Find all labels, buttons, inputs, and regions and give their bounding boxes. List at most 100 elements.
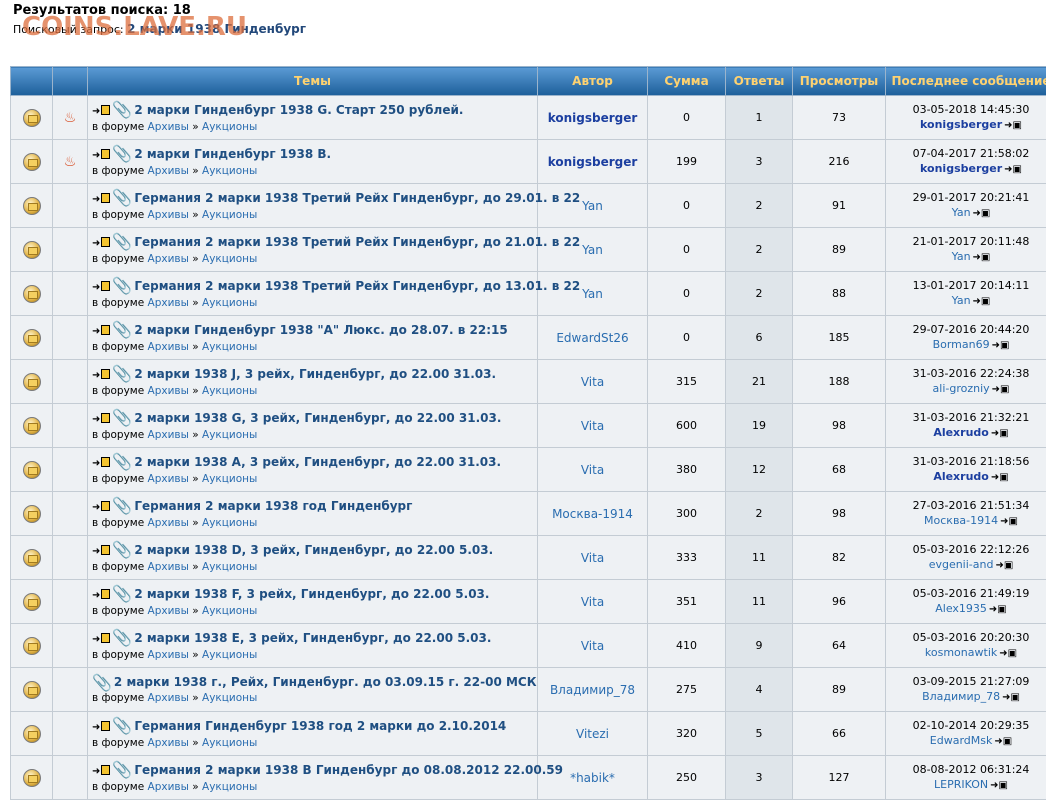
- subforum-link[interactable]: Аукционы: [202, 737, 257, 749]
- forum-link[interactable]: Архивы: [148, 517, 189, 529]
- topic-title-link[interactable]: 2 марки 1938 G, 3 рейх, Гинденбург, до 2…: [134, 411, 501, 425]
- last-post-author-link[interactable]: Yan: [952, 294, 971, 307]
- last-post-author-link[interactable]: Alex1935: [935, 602, 987, 615]
- col-replies[interactable]: Ответы: [725, 66, 793, 96]
- go-new-arrow-icon[interactable]: ➜: [92, 150, 100, 161]
- topic-title-link[interactable]: 2 марки Гинденбург 1938 G. Старт 250 руб…: [134, 103, 463, 117]
- last-post-author-link[interactable]: konigsberger: [920, 162, 1002, 175]
- new-post-icon[interactable]: [101, 193, 111, 203]
- new-post-icon[interactable]: [101, 545, 111, 555]
- forum-link[interactable]: Архивы: [148, 341, 189, 353]
- subforum-link[interactable]: Аукционы: [202, 605, 257, 617]
- go-last-post-icon[interactable]: ➜▣: [995, 558, 1013, 573]
- new-post-icon[interactable]: [101, 721, 111, 731]
- new-post-icon[interactable]: [101, 281, 111, 291]
- replies-cell[interactable]: 11: [725, 535, 793, 580]
- go-last-post-icon[interactable]: ➜▣: [973, 294, 991, 309]
- subforum-link[interactable]: Аукционы: [202, 561, 257, 573]
- subforum-link[interactable]: Аукционы: [202, 209, 257, 221]
- go-last-post-icon[interactable]: ➜▣: [973, 250, 991, 265]
- author-link[interactable]: Vita: [581, 463, 604, 477]
- replies-cell[interactable]: 5: [725, 711, 793, 756]
- replies-cell[interactable]: 11: [725, 579, 793, 624]
- go-last-post-icon[interactable]: ➜▣: [989, 602, 1007, 617]
- forum-link[interactable]: Архивы: [148, 385, 189, 397]
- new-post-icon[interactable]: [101, 589, 111, 599]
- topic-title-link[interactable]: 2 марки 1938 A, 3 рейх, Гинденбург, до 2…: [134, 455, 501, 469]
- forum-link[interactable]: Архивы: [148, 121, 189, 133]
- query-term-link[interactable]: 2 марки 1938 Гинденбург: [127, 22, 306, 36]
- new-post-icon[interactable]: [101, 369, 111, 379]
- author-link[interactable]: Yan: [582, 199, 603, 213]
- go-new-arrow-icon[interactable]: ➜: [92, 546, 100, 557]
- new-post-icon[interactable]: [101, 413, 111, 423]
- replies-cell[interactable]: 12: [725, 447, 793, 492]
- go-last-post-icon[interactable]: ➜▣: [999, 646, 1017, 661]
- last-post-author-link[interactable]: Yan: [952, 206, 971, 219]
- author-link[interactable]: Vitezi: [576, 727, 609, 741]
- last-post-author-link[interactable]: LEPRIKON: [934, 778, 988, 791]
- go-last-post-icon[interactable]: ➜▣: [990, 778, 1008, 793]
- replies-cell[interactable]: 2: [725, 183, 793, 228]
- forum-link[interactable]: Архивы: [148, 605, 189, 617]
- go-last-post-icon[interactable]: ➜▣: [991, 426, 1009, 441]
- last-post-author-link[interactable]: Borman69: [933, 338, 990, 351]
- subforum-link[interactable]: Аукционы: [202, 165, 257, 177]
- last-post-author-link[interactable]: Yan: [952, 250, 971, 263]
- go-last-post-icon[interactable]: ➜▣: [992, 338, 1010, 353]
- author-link[interactable]: Vita: [581, 419, 604, 433]
- topic-title-link[interactable]: Германия 2 марки 1938 В Гинденбург до 08…: [134, 763, 563, 777]
- topic-title-link[interactable]: Германия 2 марки 1938 Третий Рейх Гинден…: [134, 279, 580, 293]
- author-link[interactable]: Yan: [582, 287, 603, 301]
- go-new-arrow-icon[interactable]: ➜: [92, 766, 100, 777]
- go-last-post-icon[interactable]: ➜▣: [1004, 162, 1022, 177]
- author-link[interactable]: Vita: [581, 551, 604, 565]
- topic-title-link[interactable]: 2 марки 1938 F, 3 рейх, Гинденбург, до 2…: [134, 587, 489, 601]
- replies-cell[interactable]: 9: [725, 623, 793, 668]
- new-post-icon[interactable]: [101, 765, 111, 775]
- subforum-link[interactable]: Аукционы: [202, 385, 257, 397]
- subforum-link[interactable]: Аукционы: [202, 649, 257, 661]
- go-last-post-icon[interactable]: ➜▣: [1004, 118, 1022, 133]
- col-sum[interactable]: Сумма: [647, 66, 726, 96]
- subforum-link[interactable]: Аукционы: [202, 253, 257, 265]
- go-new-arrow-icon[interactable]: ➜: [92, 634, 100, 645]
- author-link[interactable]: Vita: [581, 595, 604, 609]
- col-author[interactable]: Автор: [537, 66, 648, 96]
- author-link[interactable]: konigsberger: [548, 111, 638, 125]
- go-last-post-icon[interactable]: ➜▣: [973, 206, 991, 221]
- topic-title-link[interactable]: 2 марки 1938 E, 3 рейх, Гинденбург, до 2…: [134, 631, 491, 645]
- replies-cell[interactable]: 4: [725, 667, 793, 712]
- new-post-icon[interactable]: [101, 633, 111, 643]
- author-link[interactable]: Владимир_78: [550, 683, 635, 697]
- subforum-link[interactable]: Аукционы: [202, 121, 257, 133]
- topic-title-link[interactable]: 2 марки 1938 г., Рейх, Гинденбург. до 03…: [114, 675, 537, 689]
- new-post-icon[interactable]: [101, 149, 111, 159]
- new-post-icon[interactable]: [101, 457, 111, 467]
- forum-link[interactable]: Архивы: [148, 781, 189, 793]
- topic-title-link[interactable]: Германия 2 марки 1938 Третий Рейх Гинден…: [134, 191, 580, 205]
- replies-cell[interactable]: 3: [725, 755, 793, 800]
- go-new-arrow-icon[interactable]: ➜: [92, 370, 100, 381]
- go-new-arrow-icon[interactable]: ➜: [92, 458, 100, 469]
- last-post-author-link[interactable]: Владимир_78: [922, 690, 1000, 703]
- topic-title-link[interactable]: Германия Гинденбург 1938 год 2 марки до …: [134, 719, 506, 733]
- col-views[interactable]: Просмотры: [792, 66, 886, 96]
- new-post-icon[interactable]: [101, 325, 111, 335]
- col-last[interactable]: Последнее сообщение: [885, 66, 1046, 96]
- replies-cell[interactable]: 21: [725, 359, 793, 404]
- go-last-post-icon[interactable]: ➜▣: [1000, 514, 1018, 529]
- go-new-arrow-icon[interactable]: ➜: [92, 326, 100, 337]
- last-post-author-link[interactable]: Alexrudo: [933, 470, 989, 483]
- replies-cell[interactable]: 2: [725, 491, 793, 536]
- forum-link[interactable]: Архивы: [148, 473, 189, 485]
- go-new-arrow-icon[interactable]: ➜: [92, 722, 100, 733]
- new-post-icon[interactable]: [101, 501, 111, 511]
- subforum-link[interactable]: Аукционы: [202, 473, 257, 485]
- topic-title-link[interactable]: 2 марки 1938 J, 3 рейх, Гинденбург, до 2…: [134, 367, 496, 381]
- author-link[interactable]: EdwardSt26: [556, 331, 628, 345]
- go-new-arrow-icon[interactable]: ➜: [92, 194, 100, 205]
- go-new-arrow-icon[interactable]: ➜: [92, 414, 100, 425]
- forum-link[interactable]: Архивы: [148, 429, 189, 441]
- forum-link[interactable]: Архивы: [148, 165, 189, 177]
